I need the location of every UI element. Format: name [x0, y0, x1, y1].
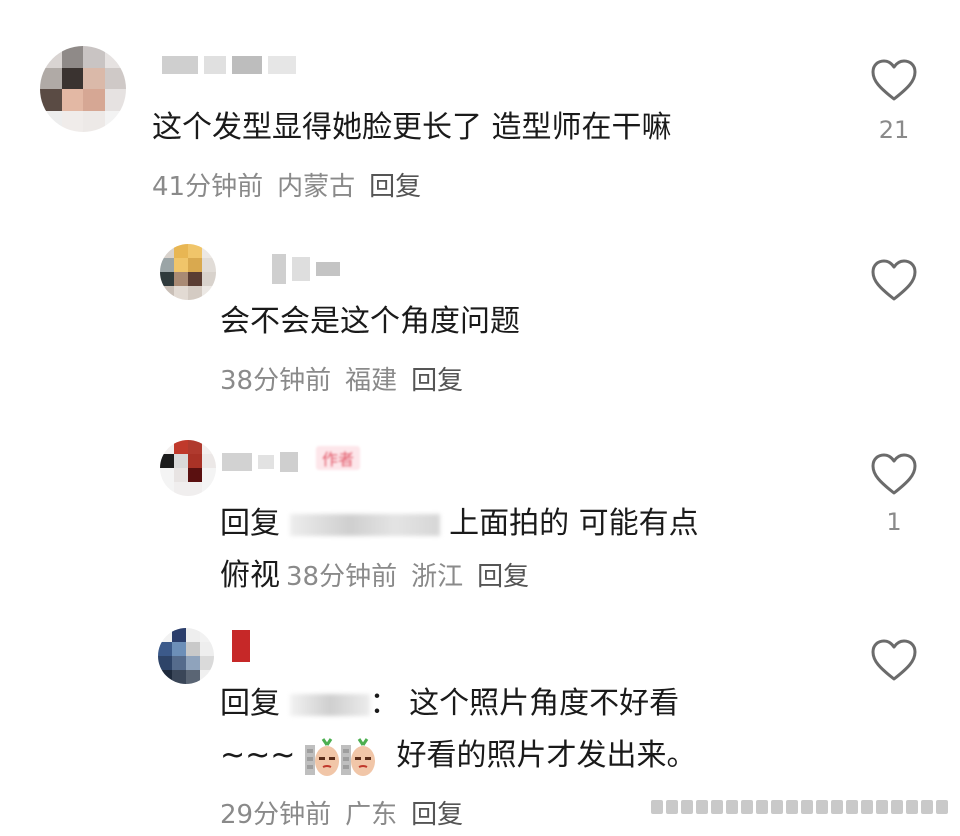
location: 内蒙古	[277, 172, 356, 202]
reply-prefix: 回复	[220, 686, 280, 721]
sticker-icon	[304, 737, 339, 776]
timestamp: 41分钟前	[152, 172, 264, 202]
reply-text: 这个照片角度不好看	[409, 686, 680, 721]
comment-text: 回复 ： 这个照片角度不好看	[220, 686, 680, 721]
like-count: 21	[878, 116, 910, 144]
comment-text: 回复 上面拍的 可能有点	[220, 500, 699, 548]
comment-meta: 38分钟前 福建 回复	[220, 360, 463, 397]
mention-blurred[interactable]	[289, 693, 370, 716]
watermark	[651, 800, 948, 814]
timestamp: 29分钟前	[220, 800, 332, 830]
username-blurred[interactable]	[272, 254, 340, 284]
avatar[interactable]	[40, 46, 126, 132]
tilde-text: ~~~	[220, 738, 296, 773]
comment-text: 这个发型显得她脸更长了 造型师在干嘛	[152, 110, 672, 145]
reply-button[interactable]: 回复	[369, 172, 421, 202]
reply-text-continued: 好看的照片才发出来。	[396, 738, 697, 773]
reply-button[interactable]: 回复	[411, 800, 463, 830]
username-blurred[interactable]	[222, 452, 298, 472]
like-count: 1	[886, 508, 902, 536]
reply-button[interactable]: 回复	[477, 562, 529, 592]
username-blurred[interactable]	[232, 630, 250, 662]
comment-text: 会不会是这个角度问题	[220, 304, 520, 339]
heart-outline-icon[interactable]	[870, 452, 918, 496]
sticker-icon	[340, 737, 375, 776]
avatar[interactable]	[158, 628, 214, 684]
comment-text-line2: 俯视 38分钟前 浙江 回复	[220, 552, 529, 601]
location: 福建	[345, 366, 398, 396]
reply-text: 上面拍的 可能有点	[449, 506, 699, 541]
heart-outline-icon[interactable]	[870, 258, 918, 302]
avatar[interactable]	[160, 440, 216, 496]
comment-text-line2: ~~~ 好看的照片才发出来。	[220, 732, 697, 780]
comment-meta: 41分钟前 内蒙古 回复	[152, 166, 421, 203]
mention-blurred[interactable]	[289, 513, 440, 536]
comment-meta: 29分钟前 广东 回复	[220, 794, 463, 831]
heart-outline-icon[interactable]	[870, 638, 918, 682]
reply-text-continued: 俯视	[220, 558, 280, 593]
location: 广东	[345, 800, 398, 830]
avatar[interactable]	[160, 244, 216, 300]
timestamp: 38分钟前	[220, 366, 332, 396]
reply-button[interactable]: 回复	[411, 366, 463, 396]
heart-outline-icon[interactable]	[870, 58, 918, 102]
username-blurred[interactable]	[162, 56, 296, 74]
author-badge: 作者	[316, 446, 361, 470]
reply-prefix: 回复	[220, 506, 280, 541]
location: 浙江	[411, 562, 464, 592]
timestamp: 38分钟前	[286, 562, 398, 592]
